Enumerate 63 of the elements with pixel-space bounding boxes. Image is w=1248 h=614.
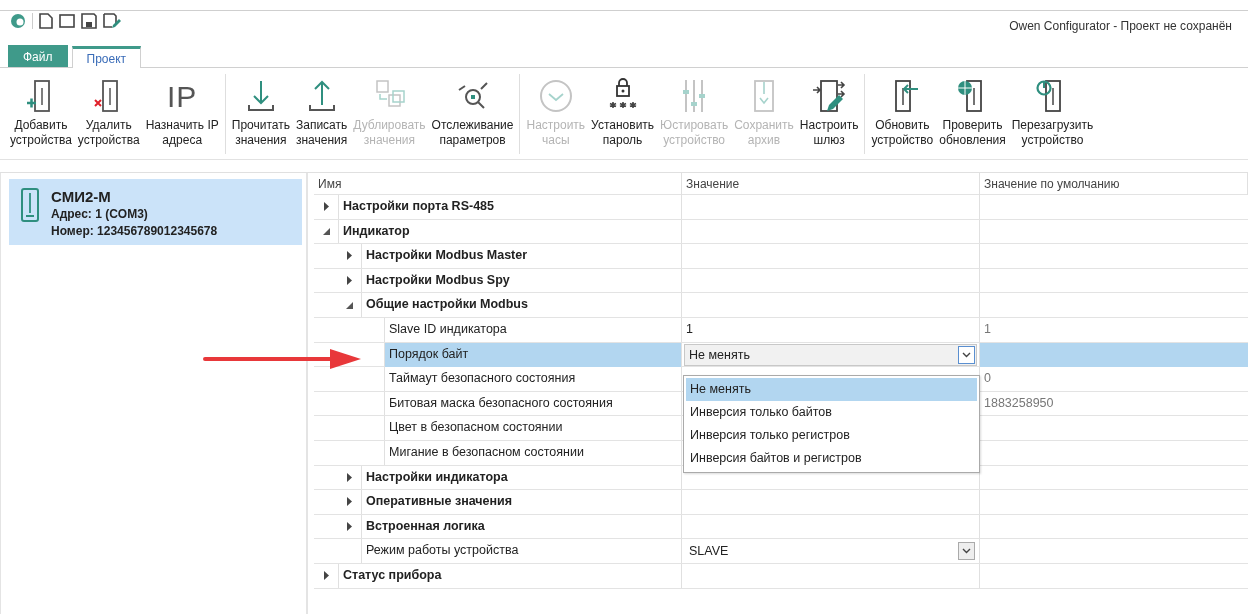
property-name[interactable]: Оперативные значения: [361, 490, 681, 514]
ribbon-button[interactable]: Записать значения: [293, 74, 350, 154]
device-icon: [19, 187, 41, 223]
column-header: Значение: [682, 173, 980, 195]
expand-icon[interactable]: [346, 251, 352, 261]
window-title: Owen Configurator - Проект не сохранён: [1009, 19, 1232, 33]
ribbon-button[interactable]: Прочитать значения: [229, 74, 292, 154]
expand-icon[interactable]: [346, 497, 352, 507]
property-name[interactable]: Общие настройки Modbus: [361, 293, 681, 317]
property-name[interactable]: Настройки порта RS-485: [338, 195, 681, 219]
app-logo-icon: [10, 13, 26, 29]
property-name[interactable]: Статус прибора: [338, 563, 681, 588]
property-name[interactable]: Режим работы устройства: [361, 539, 681, 564]
ribbon-button[interactable]: IP Назначить IP адреса: [143, 74, 221, 154]
value-dropdown[interactable]: Не менять: [684, 343, 977, 366]
ribbon-button[interactable]: Отслеживание параметров: [429, 74, 516, 154]
collapse-icon[interactable]: [322, 227, 330, 235]
expand-icon[interactable]: [323, 202, 329, 212]
column-header: Имя: [314, 173, 682, 195]
property-name[interactable]: Индикатор: [338, 219, 681, 244]
default-value: 0: [983, 370, 992, 388]
device-name: СМИ2-М: [51, 187, 112, 206]
open-window-icon[interactable]: [59, 13, 75, 29]
save-as-icon[interactable]: [103, 13, 121, 29]
property-name[interactable]: Встроенная логика: [361, 514, 681, 539]
ribbon-button[interactable]: Добавить устройства: [8, 74, 74, 154]
property-name[interactable]: Настройки индикатора: [361, 465, 681, 490]
default-value: 1: [983, 320, 992, 338]
property-name[interactable]: Таймаут безопасного состояния: [384, 367, 681, 391]
expand-icon[interactable]: [346, 276, 352, 286]
property-name[interactable]: Мигание в безопасном состоянии: [384, 440, 681, 465]
property-name[interactable]: Битовая маска безопасного состояния: [384, 391, 681, 416]
ribbon-button[interactable]: Перезагрузить устройство: [1009, 74, 1096, 154]
property-name[interactable]: Slave ID индикатора: [384, 317, 681, 342]
caret-icon: [962, 548, 971, 555]
new-file-icon[interactable]: [39, 13, 53, 29]
property-name[interactable]: Порядок байт: [384, 342, 681, 367]
expand-icon[interactable]: [346, 472, 352, 482]
default-value: 1883258950: [983, 394, 1055, 412]
column-header: Значение по умолчанию: [980, 173, 1248, 195]
dropdown-option[interactable]: Не менять: [686, 378, 977, 402]
dropdown-button[interactable]: [958, 542, 975, 561]
collapse-icon[interactable]: [345, 301, 353, 309]
caret-icon: [962, 351, 971, 358]
ribbon-tab[interactable]: Проект: [71, 46, 142, 68]
ribbon-button[interactable]: Настроить шлюз: [797, 74, 861, 154]
clock-icon: [537, 78, 574, 114]
dropdown-button[interactable]: [958, 345, 975, 364]
ribbon-button[interactable]: Установить пароль: [589, 74, 657, 154]
ribbon-button[interactable]: Проверить обновления: [937, 74, 1008, 154]
save-icon[interactable]: [81, 13, 97, 29]
property-name[interactable]: Настройки Modbus Spy: [361, 268, 681, 293]
property-name[interactable]: Настройки Modbus Master: [361, 244, 681, 268]
gateway-edit-icon: [811, 78, 848, 114]
device-address: Адрес: 1 (COM3): [51, 206, 149, 223]
device-number: Номер: 123456789012345678: [51, 223, 218, 240]
property-value: 1: [686, 321, 693, 336]
expand-icon[interactable]: [323, 571, 329, 581]
expand-icon[interactable]: [346, 522, 352, 531]
device-item[interactable]: СМИ2-М Адрес: 1 (COM3) Номер: 123456789012345678: [9, 179, 302, 245]
ribbon-button[interactable]: Удалить устройства: [75, 74, 142, 154]
property-name[interactable]: Цвет в безопасном состоянии: [384, 416, 681, 440]
ribbon-button[interactable]: Обновить устройство: [869, 74, 936, 154]
